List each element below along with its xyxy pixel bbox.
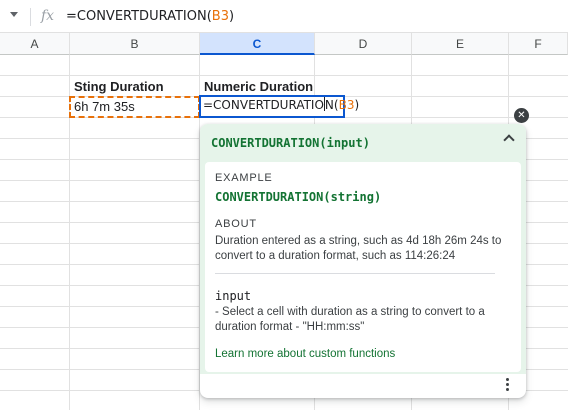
cell-formula-text: N: [324, 98, 334, 112]
formula-prefix: =CONVERTDURATION(: [66, 9, 212, 24]
formula-bar-divider: [30, 8, 31, 26]
more-options-icon[interactable]: [506, 378, 510, 394]
cell-c3-editor[interactable]: =CONVERTDURATION(B3): [199, 95, 359, 118]
column-header-d[interactable]: D: [315, 33, 412, 55]
about-text: Duration entered as a string, such as 4d…: [215, 235, 502, 262]
about-label: ABOUT: [215, 218, 257, 230]
help-header[interactable]: CONVERTDURATION(input): [200, 124, 526, 160]
help-divider: [215, 273, 495, 274]
example-label: EXAMPLE: [215, 172, 273, 184]
argument-description: - Select a cell with duration as a strin…: [215, 306, 485, 333]
name-box-dropdown-icon[interactable]: [10, 12, 18, 17]
argument-name: input: [215, 289, 252, 303]
cell-b3[interactable]: 6h 7m 35s: [69, 96, 200, 118]
cell-b2[interactable]: Sting Duration: [70, 76, 199, 97]
column-header-b[interactable]: B: [70, 33, 200, 55]
formula-help-popup: CONVERTDURATION(input) EXAMPLE CONVERTDU…: [200, 124, 526, 398]
formula-input[interactable]: =CONVERTDURATION(B3): [66, 9, 234, 24]
formula-reference: B3: [211, 9, 229, 24]
fx-icon: fx: [41, 8, 55, 24]
cell-formula-reference: B3: [338, 98, 355, 112]
cell-formula-text: =CONVERTDURATIO: [203, 98, 324, 112]
help-panel: CONVERTDURATION(input) EXAMPLE CONVERTDU…: [200, 124, 526, 374]
help-title: CONVERTDURATION(input): [211, 136, 370, 150]
cell-formula-text: ): [354, 98, 360, 112]
close-help-icon[interactable]: ✕: [514, 108, 529, 123]
column-header-c[interactable]: C: [200, 33, 315, 55]
column-header-a[interactable]: A: [0, 33, 70, 55]
formula-bar: fx =CONVERTDURATION(B3): [0, 0, 568, 33]
formula-suffix: ): [228, 9, 235, 24]
cell-c2[interactable]: Numeric Duration: [200, 76, 314, 97]
learn-more-link[interactable]: Learn more about custom functions: [215, 348, 395, 360]
column-header-e[interactable]: E: [412, 33, 509, 55]
example-code: CONVERTDURATION(string): [215, 190, 382, 204]
chevron-up-icon[interactable]: [503, 134, 515, 146]
help-body: EXAMPLE CONVERTDURATION(string) ABOUT Du…: [205, 162, 521, 372]
column-header-f[interactable]: F: [509, 33, 568, 55]
